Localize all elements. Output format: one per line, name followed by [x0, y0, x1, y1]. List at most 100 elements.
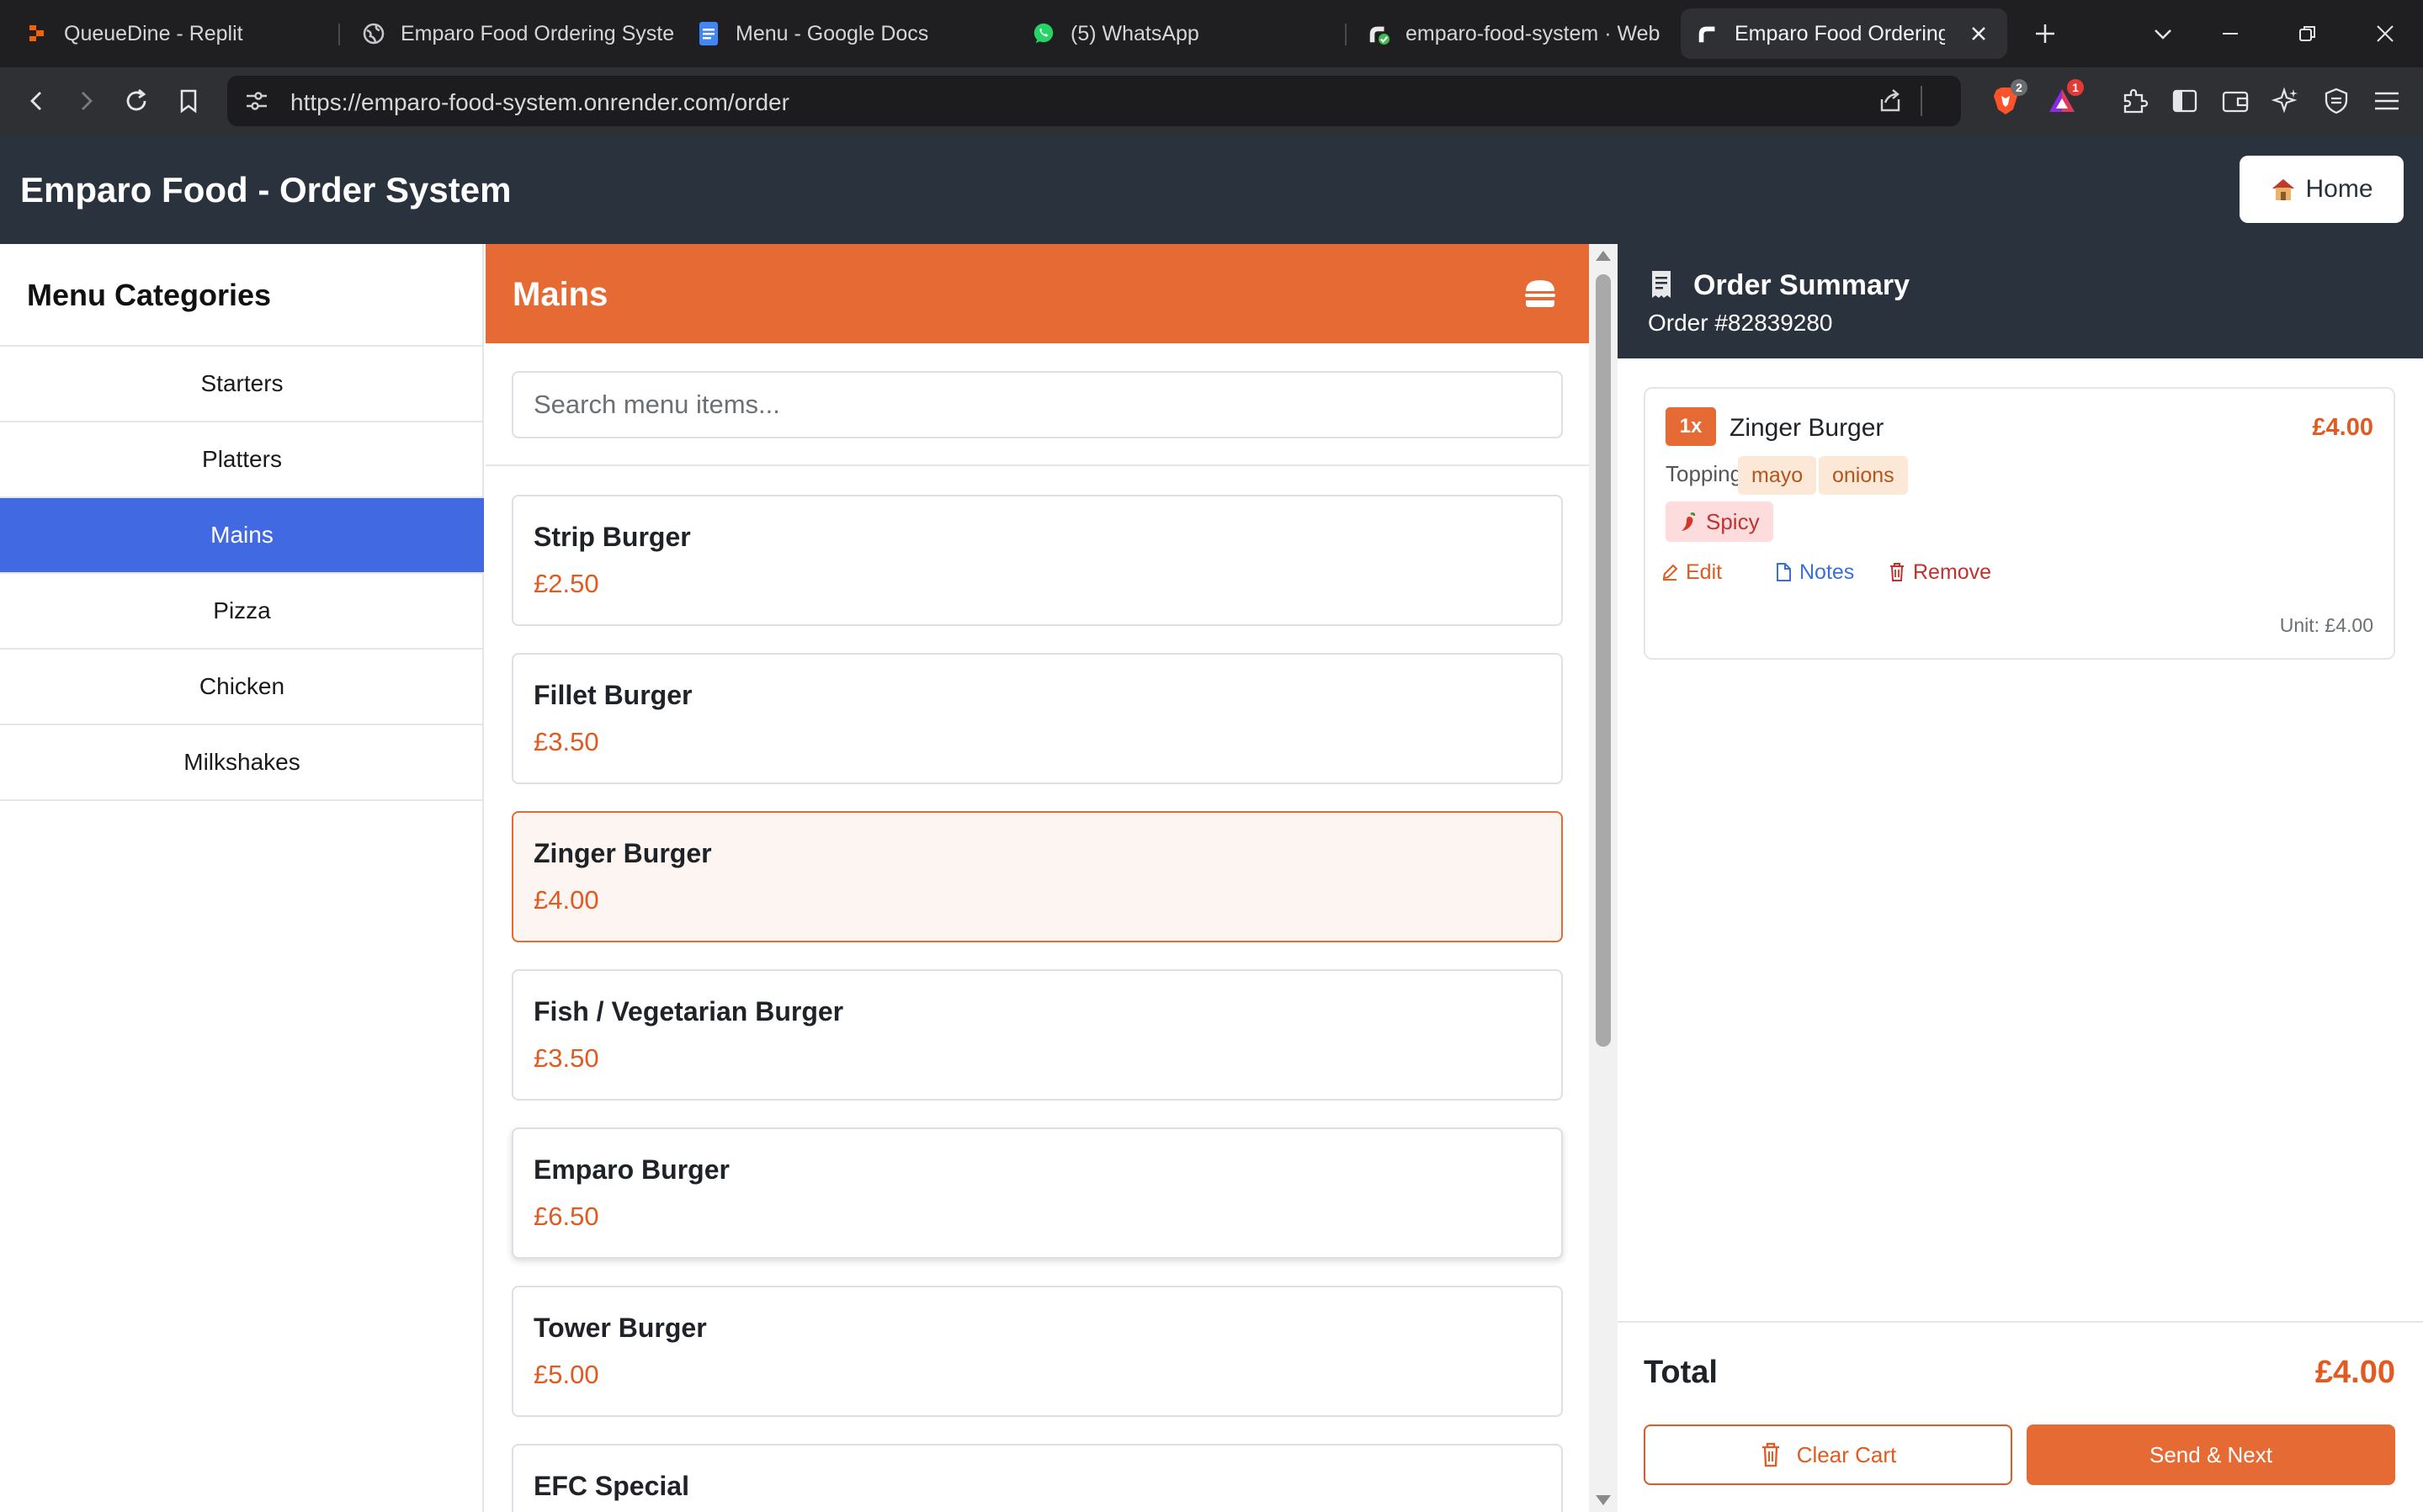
- category-pizza[interactable]: Pizza: [0, 574, 484, 650]
- wallet-icon[interactable]: [2218, 84, 2252, 118]
- restore-icon[interactable]: [2291, 17, 2325, 50]
- search-input[interactable]: [512, 371, 1563, 438]
- menu-item-name: Zinger Burger: [534, 838, 712, 868]
- globe-icon: [362, 22, 385, 45]
- site-info-icon[interactable]: [244, 89, 269, 117]
- total-value: £4.00: [2314, 1355, 2395, 1390]
- menu-item-efc-special[interactable]: EFC Special: [512, 1444, 1563, 1512]
- scrollbar-thumb[interactable]: [1596, 274, 1611, 1047]
- render-icon: [1696, 22, 1719, 45]
- tab-title: Emparo Food Ordering: [1735, 21, 1945, 45]
- house-icon: [2270, 177, 2297, 202]
- address-bar[interactable]: https://emparo-food-system.onrender.com/…: [227, 76, 1961, 126]
- spice-label: Spicy: [1706, 508, 1760, 534]
- category-mains[interactable]: Mains: [0, 498, 484, 574]
- order-summary-header: Order Summary Order #82839280: [1618, 244, 2423, 358]
- minimize-icon[interactable]: [2213, 17, 2247, 50]
- category-label: Platters: [202, 446, 282, 472]
- category-starters[interactable]: Starters: [0, 347, 484, 422]
- forward-icon[interactable]: [69, 84, 103, 118]
- menu-item-name: Fish / Vegetarian Burger: [534, 996, 844, 1027]
- sidebar-icon[interactable]: [2168, 84, 2202, 118]
- category-milkshakes[interactable]: Milkshakes: [0, 725, 484, 801]
- category-chicken[interactable]: Chicken: [0, 650, 484, 725]
- order-item-name: Zinger Burger: [1730, 414, 1884, 442]
- extensions-icon[interactable]: [2117, 84, 2151, 118]
- replit-icon: [25, 22, 49, 45]
- divider: [1618, 1321, 2423, 1323]
- menu-item-name: EFC Special: [534, 1471, 689, 1501]
- order-line-item: 1x Zinger Burger £4.00 Toppings: mayo on…: [1644, 387, 2395, 660]
- unit-price: Unit: £4.00: [2279, 614, 2373, 636]
- tab-emparo-food-ordering-system[interactable]: Emparo Food Ordering Syste: [362, 8, 690, 59]
- category-platters[interactable]: Platters: [0, 422, 484, 498]
- menu-item-name: Fillet Burger: [534, 680, 693, 710]
- menu-panel: Mains Strip Burger £2.50 Fillet Burger £…: [486, 244, 1589, 1512]
- menu-item-fish-vegetarian-burger[interactable]: Fish / Vegetarian Burger £3.50: [512, 969, 1563, 1101]
- tab-whatsapp[interactable]: (5) WhatsApp: [1032, 8, 1343, 59]
- menu-category-header: Mains: [486, 244, 1589, 343]
- category-label: Mains: [210, 522, 274, 548]
- back-icon[interactable]: [20, 84, 54, 118]
- close-icon[interactable]: [1967, 22, 1990, 45]
- app-header: Emparo Food - Order System Home: [0, 135, 2423, 244]
- brave-rewards-icon[interactable]: 1: [2045, 79, 2084, 118]
- edit-button[interactable]: Edit: [1660, 555, 1722, 589]
- total-label: Total: [1644, 1355, 1718, 1390]
- divider: [486, 464, 1589, 466]
- url-text: https://emparo-food-system.onrender.com/…: [290, 89, 789, 115]
- send-and-next-button[interactable]: Send & Next: [2027, 1424, 2395, 1485]
- home-button[interactable]: Home: [2240, 156, 2404, 223]
- menu-item-price: £2.50: [534, 569, 599, 598]
- bookmark-icon[interactable]: [172, 84, 205, 118]
- whatsapp-icon: [1032, 22, 1055, 45]
- menu-item-strip-burger[interactable]: Strip Burger £2.50: [512, 495, 1563, 626]
- leo-ai-icon[interactable]: [2269, 84, 2303, 118]
- render-icon: [1367, 22, 1390, 45]
- tab-separator: [338, 24, 340, 45]
- close-window-icon[interactable]: [2368, 17, 2402, 50]
- brave-shields-icon[interactable]: 2: [1989, 79, 2027, 118]
- order-number: Order #82839280: [1648, 310, 1833, 336]
- menu-item-price: £4.00: [534, 885, 599, 915]
- remove-button[interactable]: Remove: [1888, 555, 1991, 589]
- send-and-next-label: Send & Next: [2149, 1441, 2272, 1467]
- edit-label: Edit: [1686, 560, 1723, 584]
- tab-emparo-food-system-web[interactable]: emparo-food-system · Web: [1367, 8, 1660, 59]
- share-icon[interactable]: [1877, 88, 1904, 119]
- menu-item-price: £5.00: [534, 1360, 599, 1389]
- menu-item-tower-burger[interactable]: Tower Burger £5.00: [512, 1286, 1563, 1417]
- clear-cart-button[interactable]: Clear Cart: [1644, 1424, 2012, 1485]
- reload-icon[interactable]: [120, 84, 153, 118]
- page-title: Emparo Food - Order System: [20, 170, 512, 210]
- tab-menu-google-docs[interactable]: Menu - Google Docs: [697, 8, 1017, 59]
- menu-item-price: £6.50: [534, 1202, 599, 1231]
- menu-item-price: £3.50: [534, 1043, 599, 1073]
- vpn-shield-icon[interactable]: [2319, 84, 2353, 118]
- scroll-down-arrow-icon[interactable]: [1596, 1495, 1611, 1505]
- spice-level-badge: Spicy: [1666, 501, 1773, 542]
- menu-icon[interactable]: [2370, 84, 2404, 118]
- rewards-count-badge: 1: [2067, 79, 2084, 96]
- tab-queuedine-replit[interactable]: QueueDine - Replit: [25, 8, 337, 59]
- category-label: Starters: [200, 370, 284, 396]
- menu-item-fillet-burger[interactable]: Fillet Burger £3.50: [512, 653, 1563, 784]
- notes-button[interactable]: Notes: [1774, 555, 1854, 589]
- home-button-label: Home: [2305, 175, 2373, 203]
- scroll-up-arrow-icon[interactable]: [1596, 251, 1611, 261]
- sidebar-title: Menu Categories: [27, 278, 272, 312]
- topping-chip: mayo: [1738, 456, 1817, 495]
- tab-emparo-food-ordering-active[interactable]: Emparo Food Ordering: [1681, 8, 2007, 59]
- burger-icon: [1525, 280, 1555, 307]
- order-summary-panel: Order Summary Order #82839280 1x Zinger …: [1618, 244, 2423, 1512]
- menu-item-emparo-burger[interactable]: Emparo Burger £6.50: [512, 1127, 1563, 1259]
- google-docs-icon: [697, 22, 720, 45]
- note-icon: [1774, 562, 1793, 582]
- remove-label: Remove: [1913, 560, 1992, 584]
- new-tab-icon[interactable]: [2028, 17, 2062, 50]
- chevron-down-icon[interactable]: [2146, 17, 2180, 50]
- menu-item-zinger-burger[interactable]: Zinger Burger £4.00: [512, 811, 1563, 942]
- menu-scrollbar[interactable]: [1589, 244, 1618, 1512]
- menu-item-name: Emparo Burger: [534, 1154, 730, 1185]
- browser-tab-bar: QueueDine - Replit Emparo Food Ordering …: [0, 0, 2423, 67]
